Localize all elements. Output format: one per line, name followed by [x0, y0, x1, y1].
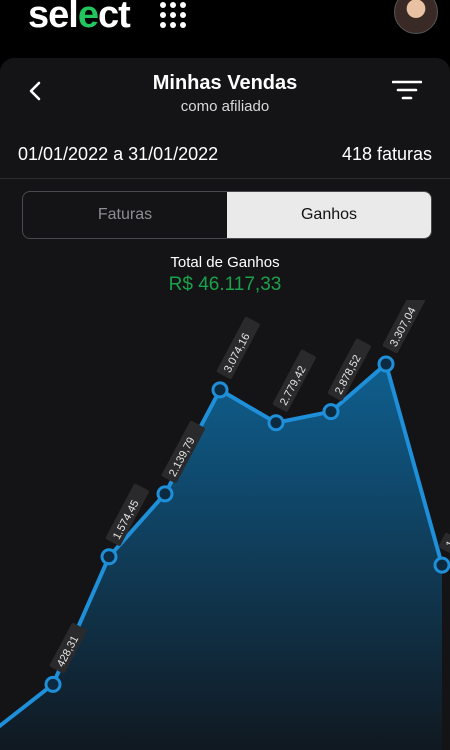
- chart-point: [267, 414, 285, 432]
- logo-check: e: [77, 0, 99, 36]
- data-label: 3.074,16: [216, 316, 260, 379]
- page-title: Minhas Vendas: [152, 72, 298, 94]
- filter-icon[interactable]: [392, 78, 422, 102]
- data-label: 2.779,42: [272, 349, 316, 412]
- chart-point: [211, 381, 229, 399]
- chart-point: [156, 485, 174, 503]
- chart-point: [322, 403, 340, 421]
- top-bar: select: [0, 0, 450, 58]
- tab-faturas[interactable]: Faturas: [23, 192, 227, 238]
- total-label: Total de Ganhos: [170, 254, 280, 271]
- earnings-chart: 428,311.574,452.139,793.074,162.779,42 2.…: [0, 300, 450, 750]
- tab-ganhos[interactable]: Ganhos: [227, 192, 431, 238]
- chart-point: [377, 355, 395, 373]
- app-logo[interactable]: select: [28, 0, 131, 37]
- logo-text-end: ct: [97, 0, 131, 36]
- avatar[interactable]: [394, 0, 438, 34]
- logo-text-start: sel: [28, 0, 79, 36]
- total-value: R$ 46.117,33: [168, 274, 282, 295]
- chart-point: [100, 548, 118, 566]
- chart-point: [433, 556, 450, 574]
- page-subtitle: como afiliado: [180, 98, 270, 115]
- invoice-count: 418 faturas: [341, 144, 432, 164]
- date-range[interactable]: 01/01/2022 a 31/01/2022: [18, 144, 218, 165]
- data-label: 3.307,04: [382, 300, 426, 354]
- divider: [0, 178, 450, 179]
- chart-point: [44, 675, 62, 693]
- sales-panel: Minhas Vendas como afiliado 01/01/2022 a…: [0, 58, 450, 750]
- chart-area: [0, 363, 442, 750]
- apps-grid-icon[interactable]: [160, 2, 186, 28]
- view-toggle: Faturas Ganhos: [22, 191, 432, 239]
